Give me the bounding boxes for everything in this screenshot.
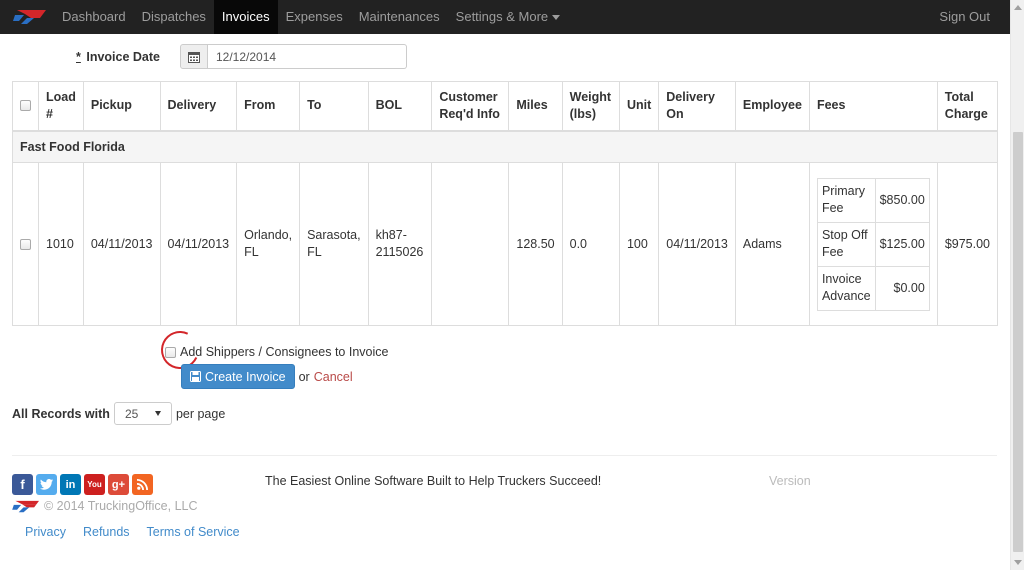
cell-weight: 0.0 (561, 162, 620, 326)
fee-row: Primary Fee $850.00 (816, 177, 930, 223)
save-icon (190, 371, 201, 382)
cell-customer-info (431, 162, 510, 326)
col-header[interactable]: Employee (734, 81, 810, 132)
cell-total-charge: $975.00 (936, 162, 999, 326)
col-header[interactable]: Pickup (82, 81, 161, 132)
vertical-scrollbar[interactable] (1010, 0, 1024, 570)
cell-delivery: 04/11/2013 (159, 162, 238, 326)
select-all-checkbox[interactable] (20, 100, 31, 112)
trucking-office-logo[interactable] (6, 0, 54, 34)
footer-divider (12, 455, 997, 456)
footer-links: Privacy Refunds Terms of Service (25, 525, 240, 539)
refunds-link[interactable]: Refunds (83, 525, 130, 539)
nav-maintenances[interactable]: Maintenances (351, 0, 448, 34)
create-invoice-button[interactable]: Create Invoice (181, 364, 295, 389)
nav-dispatches[interactable]: Dispatches (134, 0, 214, 34)
privacy-link[interactable]: Privacy (25, 525, 66, 539)
per-page-select[interactable]: 25 (113, 402, 172, 425)
add-shippers-checkbox[interactable] (165, 346, 176, 358)
copyright: © 2014 TruckingOffice, LLC (12, 499, 198, 513)
fee-name: Stop Off Fee (816, 221, 876, 267)
per-page-value: 25 (124, 406, 139, 421)
col-header[interactable]: Miles (508, 81, 563, 132)
fee-name: Primary Fee (816, 177, 876, 223)
add-shippers-row: Add Shippers / Consignees to Invoice (165, 345, 388, 359)
fee-name: Invoice Advance (816, 265, 876, 311)
footer-tagline: The Easiest Online Software Built to Hel… (265, 474, 602, 488)
invoice-date-group (180, 44, 407, 69)
col-header[interactable]: Delivery (159, 81, 238, 132)
version-text: Version (769, 474, 811, 488)
cell-miles: 128.50 (508, 162, 563, 326)
nav-dashboard[interactable]: Dashboard (54, 0, 134, 34)
col-header[interactable]: Total Charge (936, 81, 999, 132)
nav-settings-more[interactable]: Settings & More (448, 0, 569, 34)
twitter-icon[interactable] (36, 474, 57, 495)
chevron-down-icon (154, 411, 161, 416)
table-header-row: Load # Pickup Delivery From To BOL Custo… (12, 81, 999, 132)
add-shippers-label[interactable]: Add Shippers / Consignees to Invoice (180, 345, 388, 359)
create-invoice-label: Create Invoice (205, 369, 286, 384)
youtube-icon[interactable]: You (84, 474, 105, 495)
cell-load: 1010 (38, 162, 84, 326)
per-page-suffix: per page (175, 406, 226, 421)
fee-amount: $125.00 (874, 221, 930, 267)
col-header[interactable]: From (236, 81, 301, 132)
row-checkbox[interactable] (20, 238, 31, 250)
col-header[interactable]: Fees (808, 81, 938, 132)
google-plus-icon[interactable]: g+ (108, 474, 129, 495)
select-all-cell (12, 81, 39, 132)
social-icons: f in You g+ (12, 474, 153, 495)
cell-to: Sarasota, FL (299, 162, 369, 326)
table-row: 1010 04/11/2013 04/11/2013 Orlando, FL S… (12, 162, 999, 326)
records-per-page-row: All Records with 25 per page (12, 402, 225, 425)
cell-unit: 100 (618, 162, 660, 326)
invoice-date-label-text: Invoice Date (86, 49, 160, 64)
col-header[interactable]: Load # (38, 81, 84, 132)
rss-icon[interactable] (132, 474, 153, 495)
form-actions: Create Invoice or Cancel (181, 364, 353, 389)
cell-bol: kh87-2115026 (367, 162, 433, 326)
fees-table: Primary Fee $850.00 Stop Off Fee $125.00… (816, 177, 930, 311)
nav-sign-out[interactable]: Sign Out (931, 0, 998, 34)
invoice-date-row: * Invoice Date (76, 44, 407, 69)
fee-row: Invoice Advance $0.00 (816, 265, 930, 311)
calendar-icon[interactable] (180, 44, 208, 69)
cell-delivery-on: 04/11/2013 (658, 162, 736, 326)
required-mark: * (76, 49, 81, 64)
customer-group-name: Fast Food Florida (12, 130, 998, 163)
cell-employee: Adams (734, 162, 810, 326)
invoice-date-label: * Invoice Date (76, 50, 180, 64)
cancel-link[interactable]: Cancel (314, 370, 353, 384)
records-label: All Records with (12, 406, 110, 421)
scroll-thumb[interactable] (1013, 132, 1023, 552)
col-header[interactable]: BOL (367, 81, 433, 132)
customer-group-row: Fast Food Florida (12, 130, 998, 163)
row-select-cell (12, 162, 39, 326)
cell-from: Orlando, FL (236, 162, 301, 326)
cell-pickup: 04/11/2013 (82, 162, 161, 326)
nav-expenses[interactable]: Expenses (278, 0, 351, 34)
invoice-date-input[interactable] (208, 44, 407, 69)
or-text: or (298, 369, 310, 384)
fee-amount: $0.00 (874, 265, 930, 311)
invoice-table: Load # Pickup Delivery From To BOL Custo… (12, 81, 999, 326)
col-header[interactable]: Unit (618, 81, 660, 132)
fee-row: Stop Off Fee $125.00 (816, 221, 930, 267)
nav-invoices[interactable]: Invoices (213, 0, 278, 34)
col-header[interactable]: Delivery On (658, 81, 736, 132)
copyright-text: © 2014 TruckingOffice, LLC (44, 499, 198, 513)
col-header[interactable]: Weight (lbs) (561, 81, 620, 132)
linkedin-icon[interactable]: in (60, 474, 81, 495)
scroll-up-arrow-icon[interactable] (1014, 5, 1022, 10)
terms-of-service-link[interactable]: Terms of Service (147, 525, 240, 539)
col-header[interactable]: Customer Req'd Info (431, 81, 510, 132)
fee-amount: $850.00 (874, 177, 930, 223)
col-header[interactable]: To (299, 81, 369, 132)
trucking-office-logo-small (12, 500, 40, 513)
facebook-icon[interactable]: f (12, 474, 33, 495)
cell-fees: Primary Fee $850.00 Stop Off Fee $125.00… (808, 162, 938, 326)
top-navbar: Dashboard Dispatches Invoices Expenses M… (0, 0, 1010, 34)
scroll-down-arrow-icon[interactable] (1014, 560, 1022, 565)
